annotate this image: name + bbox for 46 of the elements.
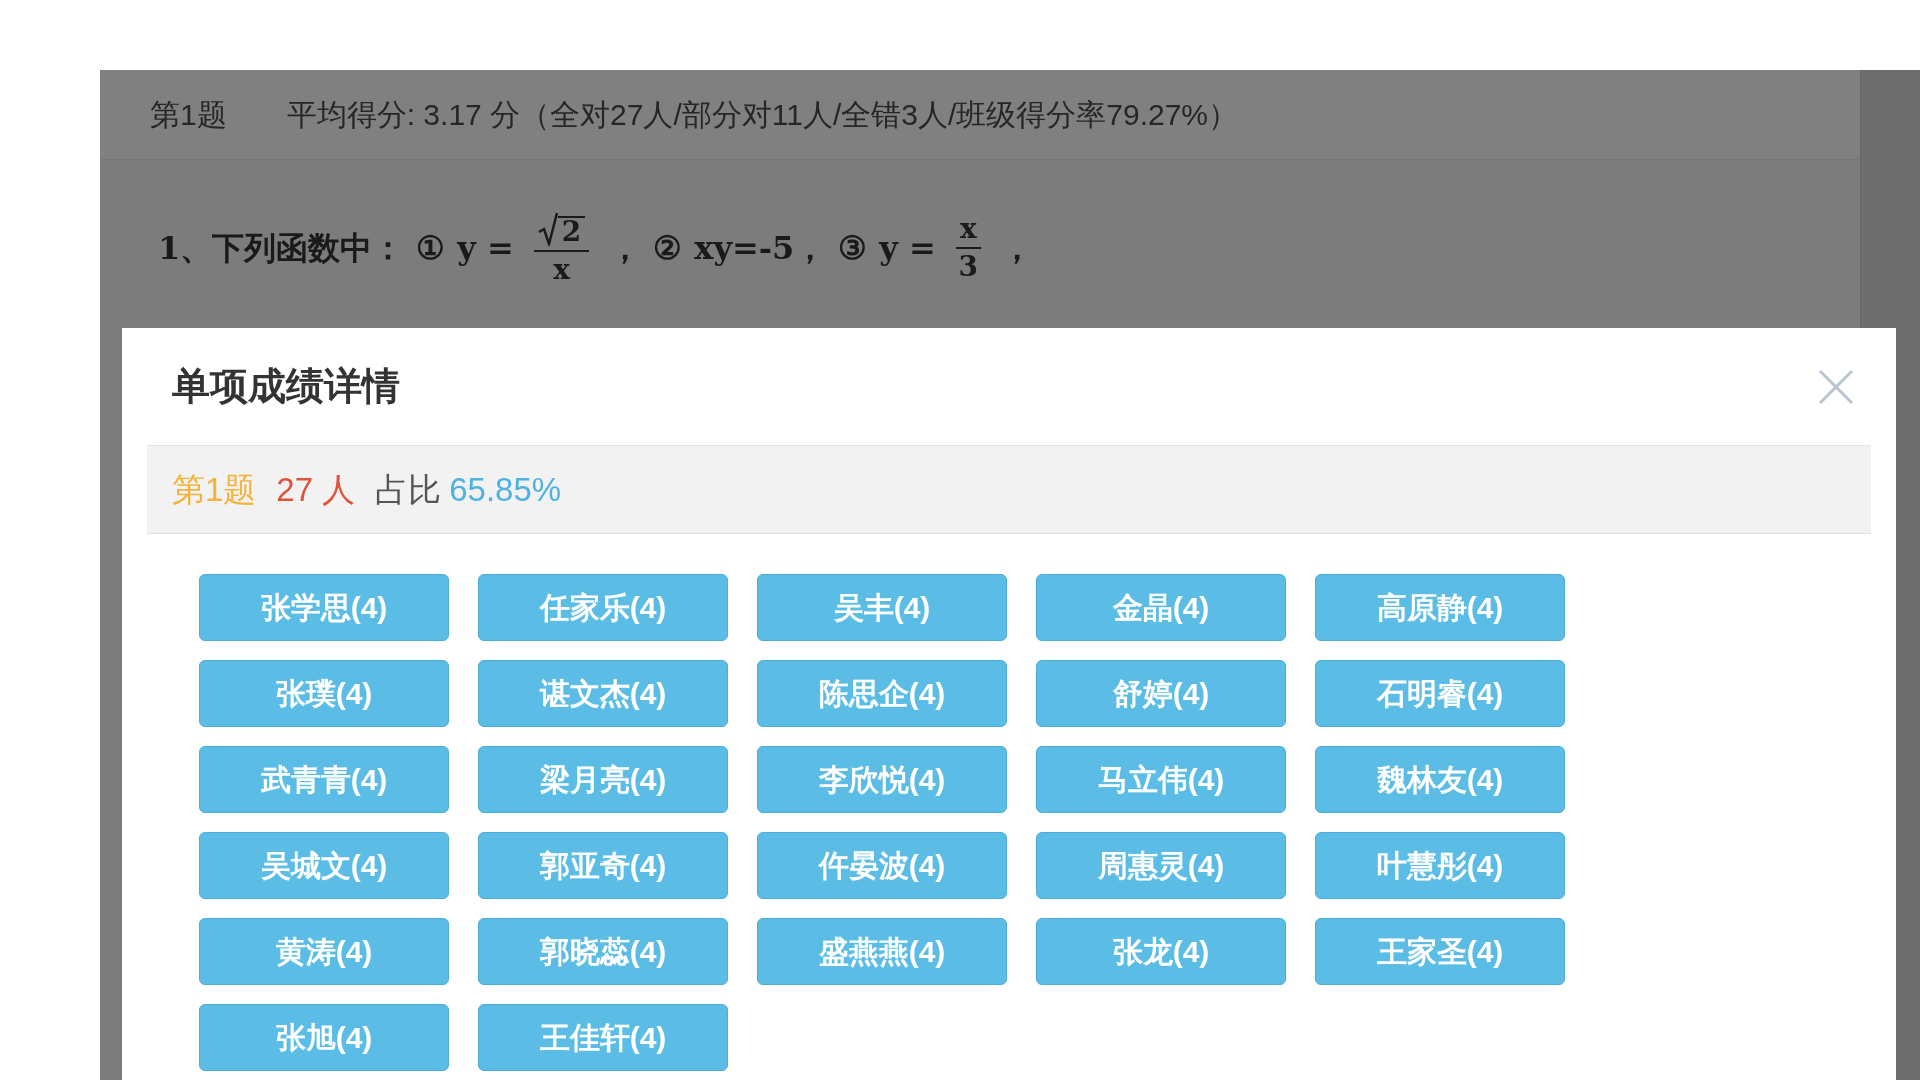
student-button[interactable]: 张学思(4) bbox=[199, 574, 449, 641]
student-button[interactable]: 张璞(4) bbox=[199, 660, 449, 727]
question-text: 1、下列函数中： bbox=[158, 228, 405, 269]
student-button[interactable]: 吴城文(4) bbox=[199, 832, 449, 899]
student-button[interactable]: 王佳轩(4) bbox=[478, 1004, 728, 1071]
student-button[interactable]: 马立伟(4) bbox=[1036, 746, 1286, 813]
question-label: 第1题 bbox=[172, 469, 257, 510]
math-fraction: x 3 bbox=[955, 215, 981, 281]
student-button[interactable]: 盛燕燕(4) bbox=[757, 918, 1007, 985]
student-button[interactable]: 武青青(4) bbox=[199, 746, 449, 813]
student-button[interactable]: 谌文杰(4) bbox=[478, 660, 728, 727]
student-button[interactable]: 李欣悦(4) bbox=[757, 746, 1007, 813]
student-button[interactable]: 黄涛(4) bbox=[199, 918, 449, 985]
student-button[interactable]: 郭亚奇(4) bbox=[478, 832, 728, 899]
score-summary: 平均得分: 3.17 分（全对27人/部分对11人/全错3人/班级得分率79.27%） bbox=[286, 97, 1239, 133]
student-button[interactable]: 张龙(4) bbox=[1036, 918, 1286, 985]
question-text: xy=-5， bbox=[694, 228, 827, 269]
question-label: 第1题 bbox=[150, 97, 227, 133]
ratio-label: 占比 bbox=[375, 469, 442, 510]
student-button[interactable]: 张旭(4) bbox=[199, 1004, 449, 1071]
student-button[interactable]: 郭晓蕊(4) bbox=[478, 918, 728, 985]
question-text: ， bbox=[609, 228, 642, 269]
student-button[interactable]: 吴丰(4) bbox=[757, 574, 1007, 641]
student-button[interactable]: 高原静(4) bbox=[1315, 574, 1565, 641]
student-button[interactable]: 魏林友(4) bbox=[1315, 746, 1565, 813]
ratio-value: 65.85% bbox=[449, 469, 562, 510]
student-count: 27 人 bbox=[276, 469, 356, 510]
question-text: ③ bbox=[838, 228, 868, 269]
student-button[interactable]: 陈思企(4) bbox=[757, 660, 1007, 727]
question-text: y = bbox=[457, 228, 514, 269]
math-fraction: 2 x bbox=[533, 212, 590, 284]
student-button[interactable]: 舒婷(4) bbox=[1036, 660, 1286, 727]
student-button[interactable]: 王家圣(4) bbox=[1315, 918, 1565, 985]
student-button[interactable]: 梁月亮(4) bbox=[478, 746, 728, 813]
question-text: ② bbox=[653, 228, 683, 269]
square-root-icon bbox=[537, 212, 558, 246]
student-button[interactable]: 仵晏波(4) bbox=[757, 832, 1007, 899]
question-text: ， bbox=[1000, 228, 1033, 269]
student-button[interactable]: 周惠灵(4) bbox=[1036, 832, 1286, 899]
student-button[interactable]: 石明睿(4) bbox=[1315, 660, 1565, 727]
question-text: y = bbox=[879, 228, 936, 269]
student-button[interactable]: 任家乐(4) bbox=[478, 574, 728, 641]
question-text: ① bbox=[416, 228, 446, 269]
student-button[interactable]: 叶慧彤(4) bbox=[1315, 832, 1565, 899]
dialog-title: 单项成绩详情 bbox=[172, 364, 400, 409]
student-button[interactable]: 金晶(4) bbox=[1036, 574, 1286, 641]
